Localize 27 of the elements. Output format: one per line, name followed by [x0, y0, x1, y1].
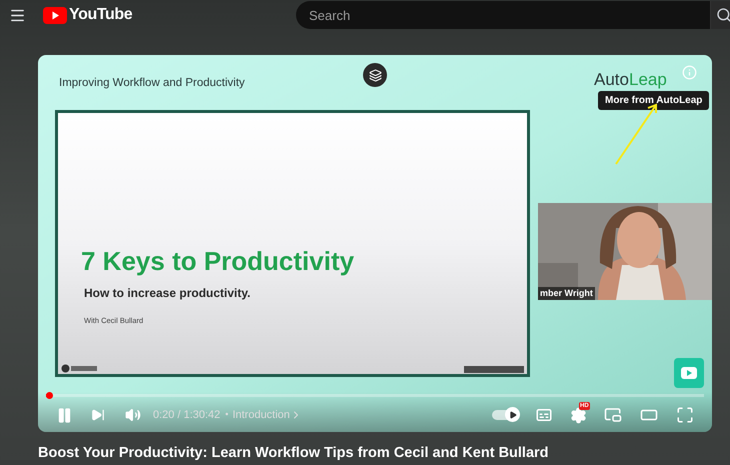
progress-thumb[interactable] — [46, 392, 53, 399]
stack-icon — [368, 68, 382, 82]
subscribe-button[interactable] — [674, 358, 704, 388]
miniplayer-icon[interactable] — [604, 406, 622, 424]
youtube-logo[interactable]: YouTube — [43, 3, 132, 27]
captions-button[interactable] — [535, 406, 553, 424]
tooltip: More from AutoLeap — [598, 91, 710, 110]
copy-button[interactable] — [363, 63, 387, 87]
volume-icon[interactable] — [125, 407, 141, 423]
time-display: 0:20 / 1:30:42 — [153, 408, 220, 423]
slide-header: Improving Workflow and Productivity — [59, 76, 245, 91]
pause-icon[interactable] — [56, 406, 73, 424]
search-field[interactable]: Search — [296, 1, 710, 29]
chapter-separator: • — [225, 408, 228, 422]
autoleap-logo[interactable]: AutoLeap — [594, 71, 667, 88]
school-logo-icon — [61, 364, 99, 373]
play-icon — [681, 367, 697, 379]
slide-subtitle: How to increase productivity. — [84, 284, 252, 302]
search-icon — [716, 7, 730, 23]
fullscreen-icon[interactable] — [676, 406, 694, 424]
next-icon[interactable] — [91, 408, 105, 422]
autoplay-toggle[interactable] — [492, 410, 518, 420]
search-button[interactable] — [710, 1, 730, 29]
video-title: Boost Your Productivity: Learn Workflow Tips from Cecil and Kent Bullard — [38, 444, 550, 463]
slide-title: 7 Keys to Productivity — [81, 245, 356, 278]
play-icon — [508, 410, 516, 418]
name-label: mber Wright — [538, 286, 595, 300]
